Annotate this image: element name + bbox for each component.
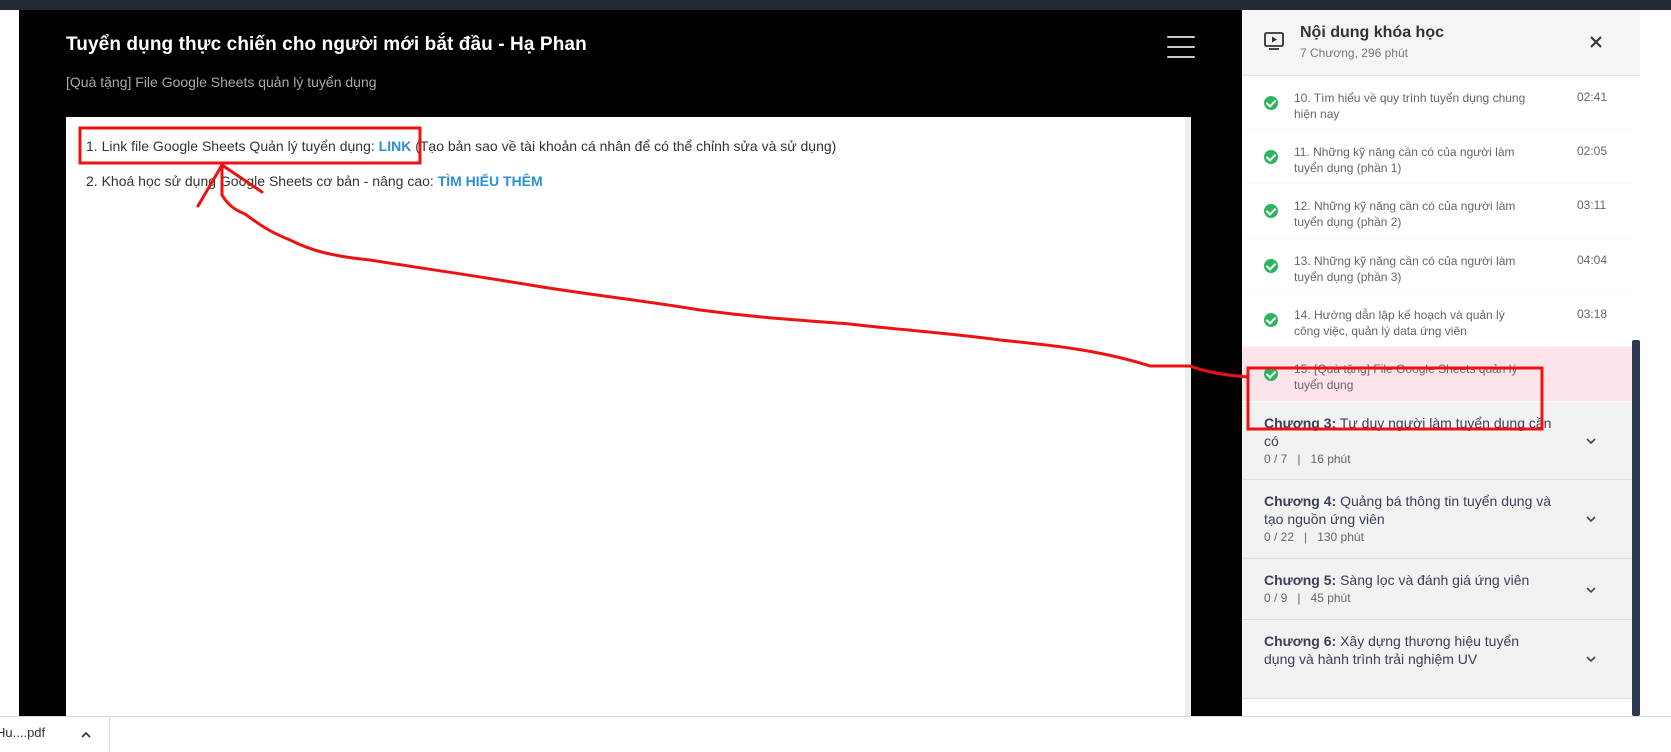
- chapter-label: Chương 3:: [1264, 415, 1337, 431]
- chapter-label: Chương 4:: [1264, 493, 1337, 509]
- menu-icon[interactable]: [1167, 36, 1195, 60]
- lesson-player: Tuyển dụng thực chiến cho người mới bắt …: [19, 10, 1242, 716]
- learn-more-link[interactable]: TÌM HIỂU THÊM: [438, 173, 543, 189]
- download-file-name[interactable]: Hu....pdf: [0, 725, 45, 740]
- check-circle-icon: [1264, 96, 1278, 110]
- chapter-label: Chương 5:: [1264, 572, 1337, 588]
- lesson-duration: 02:41: [1577, 90, 1608, 104]
- chevron-down-icon[interactable]: [1585, 435, 1597, 447]
- play-screen-icon: [1264, 32, 1284, 50]
- chapter-5[interactable]: Chương 5: Sàng lọc và đánh giá ứng viên …: [1242, 559, 1634, 620]
- doc-line-2: 2. Khoá học sử dụng Google Sheets cơ bản…: [86, 173, 543, 189]
- sidebar-header: Nội dung khóa học 7 Chương, 296 phút: [1242, 10, 1640, 76]
- lesson-item[interactable]: 10. Tìm hiểu về quy trình tuyển dụng chu…: [1242, 76, 1634, 130]
- lesson-duration: 03:11: [1577, 198, 1607, 212]
- chevron-down-icon[interactable]: [1585, 584, 1597, 596]
- download-bar: Hu....pdf: [0, 716, 1671, 752]
- sidebar-meta: 7 Chương, 296 phút: [1300, 46, 1408, 60]
- chapter-meta: 0 / 22 | 130 phút: [1264, 530, 1364, 544]
- chapter-name: Sàng lọc và đánh giá ứng viên: [1340, 572, 1530, 588]
- doc-line-1-suffix: (Tạo bản sao về tài khoản cá nhân để có …: [411, 138, 837, 154]
- lesson-list: 10. Tìm hiểu về quy trình tuyển dụng chu…: [1242, 76, 1634, 699]
- check-circle-icon: [1264, 150, 1278, 164]
- doc-line-1: 1. Link file Google Sheets Quản lý tuyển…: [86, 138, 836, 154]
- chapter-6[interactable]: Chương 6: Xây dựng thương hiệu tuyển dụn…: [1242, 620, 1634, 699]
- close-icon[interactable]: [1584, 30, 1608, 54]
- browser-top-strip: [0, 0, 1671, 10]
- lesson-subtitle: [Quà tặng] File Google Sheets quản lý tu…: [66, 74, 377, 90]
- lesson-item[interactable]: 12. Những kỹ năng cần có của người làm t…: [1242, 184, 1634, 239]
- download-separator: [109, 717, 110, 752]
- check-circle-icon: [1264, 313, 1278, 327]
- check-circle-icon: [1264, 259, 1278, 273]
- chevron-down-icon[interactable]: [1585, 513, 1597, 525]
- lesson-title: 12. Những kỹ năng cần có của người làm t…: [1294, 199, 1516, 229]
- lesson-title: 14. Hướng dẫn lập kế hoạch và quản lý cô…: [1294, 308, 1505, 338]
- lesson-item[interactable]: 11. Những kỹ năng cần có của người làm t…: [1242, 130, 1634, 184]
- course-title: Tuyển dụng thực chiến cho người mới bắt …: [66, 34, 587, 55]
- lesson-title: 10. Tìm hiểu về quy trình tuyển dụng chu…: [1294, 91, 1526, 121]
- lesson-title: 11. Những kỹ năng cần có của người làm t…: [1294, 145, 1515, 175]
- doc-line-2-text: 2. Khoá học sử dụng Google Sheets cơ bản…: [86, 173, 438, 189]
- lesson-item-active[interactable]: 15. [Quà tặng] File Google Sheets quản l…: [1242, 347, 1634, 402]
- course-sidebar: Nội dung khóa học 7 Chương, 296 phút 10.…: [1242, 10, 1640, 716]
- lesson-title: 15. [Quà tặng] File Google Sheets quản l…: [1294, 362, 1518, 392]
- lesson-title: 13. Những kỹ năng cần có của người làm t…: [1294, 254, 1516, 284]
- left-margin: [0, 10, 19, 716]
- check-circle-icon: [1264, 367, 1278, 381]
- lesson-document: 1. Link file Google Sheets Quản lý tuyển…: [66, 117, 1191, 716]
- sidebar-scrollbar[interactable]: [1632, 340, 1640, 716]
- chapter-meta: 0 / 9 | 45 phút: [1264, 591, 1351, 605]
- check-circle-icon: [1264, 204, 1278, 218]
- lesson-duration: 03:18: [1577, 307, 1608, 321]
- lesson-duration: 04:04: [1577, 253, 1608, 267]
- chevron-down-icon[interactable]: [1585, 653, 1597, 665]
- sidebar-title: Nội dung khóa học: [1300, 24, 1444, 41]
- lesson-item[interactable]: 14. Hướng dẫn lập kế hoạch và quản lý cô…: [1242, 293, 1634, 347]
- sheets-link[interactable]: LINK: [379, 138, 412, 154]
- chapter-meta: 0 / 7 | 16 phút: [1264, 452, 1351, 466]
- chevron-up-icon[interactable]: [80, 729, 92, 741]
- chapter-3[interactable]: Chương 3: Tư duy người làm tuyển dụng cầ…: [1242, 402, 1634, 480]
- doc-scrollbar[interactable]: [1185, 117, 1191, 716]
- doc-line-1-text: 1. Link file Google Sheets Quản lý tuyển…: [86, 138, 379, 154]
- chapter-4[interactable]: Chương 4: Quảng bá thông tin tuyển dụng …: [1242, 480, 1634, 559]
- lesson-item[interactable]: 13. Những kỹ năng cần có của người làm t…: [1242, 239, 1634, 293]
- lesson-duration: 02:05: [1577, 144, 1608, 158]
- chapter-label: Chương 6:: [1264, 633, 1337, 649]
